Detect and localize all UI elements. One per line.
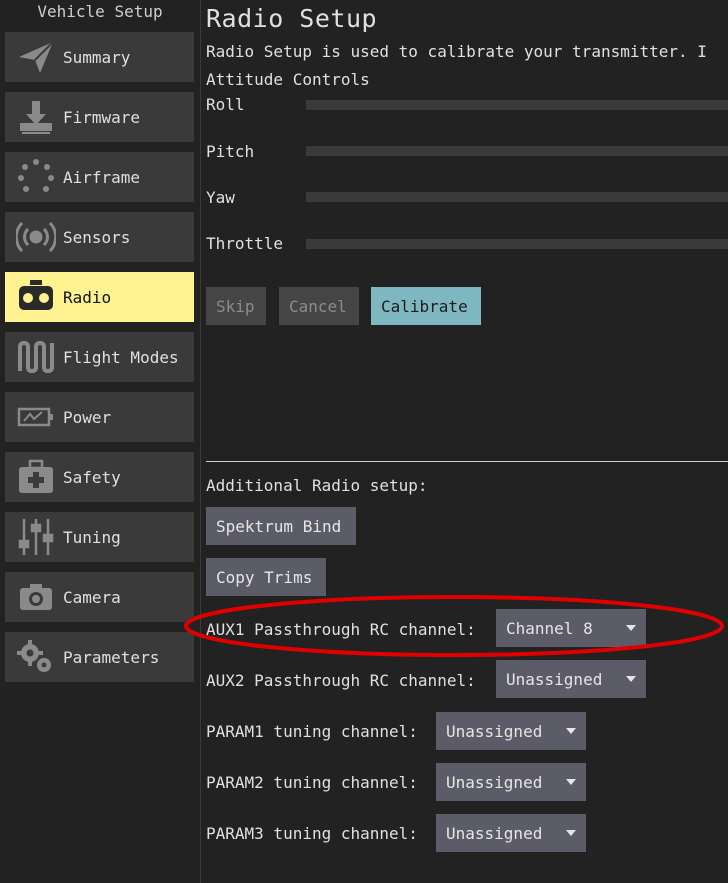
sidebar-title: Vehicle Setup bbox=[37, 2, 163, 21]
chevron-down-icon bbox=[566, 830, 576, 836]
param3-channel-label: PARAM3 tuning channel: bbox=[206, 824, 418, 843]
attitude-controls-heading: Attitude Controls bbox=[206, 70, 370, 89]
sidebar-item-label: Parameters bbox=[63, 647, 160, 667]
aux2-channel-select[interactable]: Unassigned bbox=[496, 660, 646, 698]
radio-icon bbox=[13, 272, 59, 322]
battery-icon bbox=[13, 392, 59, 442]
aux2-channel-value: Unassigned bbox=[506, 669, 603, 689]
sidebar-divider bbox=[200, 0, 201, 883]
sidebar-item-label: Flight Modes bbox=[63, 347, 179, 367]
sidebar-item-label: Firmware bbox=[63, 107, 141, 127]
sidebar-item-label: Safety bbox=[63, 467, 121, 487]
throttle-label: Throttle bbox=[206, 234, 284, 253]
sidebar-item-label: Radio bbox=[63, 287, 112, 307]
chevron-down-icon bbox=[626, 676, 636, 682]
sidebar-item-tuning[interactable]: Tuning bbox=[5, 512, 194, 562]
sidebar-item-label: Tuning bbox=[63, 527, 121, 547]
sidebar-item-flight-modes[interactable]: Flight Modes bbox=[5, 332, 194, 382]
sidebar-item-power[interactable]: Power bbox=[5, 392, 194, 442]
camera-icon bbox=[13, 572, 59, 622]
param2-channel-value: Unassigned bbox=[446, 772, 543, 792]
sidebar-item-safety[interactable]: Safety bbox=[5, 452, 194, 502]
sidebar-item-camera[interactable]: Camera bbox=[5, 572, 194, 622]
calibrate-button[interactable]: Calibrate bbox=[371, 287, 481, 325]
download-icon bbox=[13, 92, 59, 142]
pitch-label: Pitch bbox=[206, 142, 255, 161]
chevron-down-icon bbox=[626, 625, 636, 631]
sidebar-item-summary[interactable]: Summary bbox=[5, 32, 194, 82]
param3-channel-value: Unassigned bbox=[446, 823, 543, 843]
param2-channel-select[interactable]: Unassigned bbox=[436, 763, 586, 801]
airframe-dots-icon bbox=[13, 152, 59, 202]
flight-modes-icon bbox=[13, 332, 59, 382]
gears-icon bbox=[13, 632, 59, 682]
radio-waves-icon bbox=[13, 212, 59, 262]
sidebar-item-firmware[interactable]: Firmware bbox=[5, 92, 194, 142]
sidebar-item-label: Sensors bbox=[63, 227, 131, 247]
first-aid-kit-icon bbox=[13, 452, 59, 502]
aux1-channel-select[interactable]: Channel 8 bbox=[496, 609, 646, 647]
aux1-channel-value: Channel 8 bbox=[506, 618, 593, 638]
additional-setup-heading: Additional Radio setup: bbox=[206, 476, 428, 495]
param1-channel-value: Unassigned bbox=[446, 721, 543, 741]
skip-button[interactable]: Skip bbox=[206, 287, 266, 325]
paper-plane-icon bbox=[13, 32, 59, 82]
param1-channel-label: PARAM1 tuning channel: bbox=[206, 722, 418, 741]
sidebar-item-airframe[interactable]: Airframe bbox=[5, 152, 194, 202]
page-title: Radio Setup bbox=[206, 4, 378, 33]
sidebar-item-label: Airframe bbox=[63, 167, 141, 187]
yaw-label: Yaw bbox=[206, 188, 235, 207]
param1-channel-select[interactable]: Unassigned bbox=[436, 712, 586, 750]
radio-setup-panel: Radio Setup Radio Setup is used to calib… bbox=[206, 0, 728, 883]
sidebar-item-label: Summary bbox=[63, 47, 131, 67]
sidebar-item-label: Power bbox=[63, 407, 112, 427]
pitch-bar bbox=[306, 146, 728, 156]
aux2-channel-label: AUX2 Passthrough RC channel: bbox=[206, 671, 476, 690]
throttle-bar bbox=[306, 239, 728, 249]
chevron-down-icon bbox=[566, 779, 576, 785]
roll-label: Roll bbox=[206, 95, 245, 114]
sidebar-item-sensors[interactable]: Sensors bbox=[5, 212, 194, 262]
spektrum-bind-button[interactable]: Spektrum Bind bbox=[206, 507, 356, 545]
sidebar: Vehicle Setup Summary Firmware Airframe … bbox=[0, 0, 200, 883]
param2-channel-label: PARAM2 tuning channel: bbox=[206, 773, 418, 792]
aux1-channel-label: AUX1 Passthrough RC channel: bbox=[206, 620, 476, 639]
sidebar-item-label: Camera bbox=[63, 587, 121, 607]
sidebar-item-radio[interactable]: Radio bbox=[5, 272, 194, 322]
copy-trims-button[interactable]: Copy Trims bbox=[206, 558, 326, 596]
section-divider bbox=[206, 461, 728, 462]
chevron-down-icon bbox=[566, 728, 576, 734]
sidebar-item-parameters[interactable]: Parameters bbox=[5, 632, 194, 682]
roll-bar bbox=[306, 100, 728, 110]
sliders-icon bbox=[13, 512, 59, 562]
param3-channel-select[interactable]: Unassigned bbox=[436, 814, 586, 852]
cancel-button[interactable]: Cancel bbox=[279, 287, 359, 325]
yaw-bar bbox=[306, 192, 728, 202]
page-description: Radio Setup is used to calibrate your tr… bbox=[206, 42, 707, 61]
